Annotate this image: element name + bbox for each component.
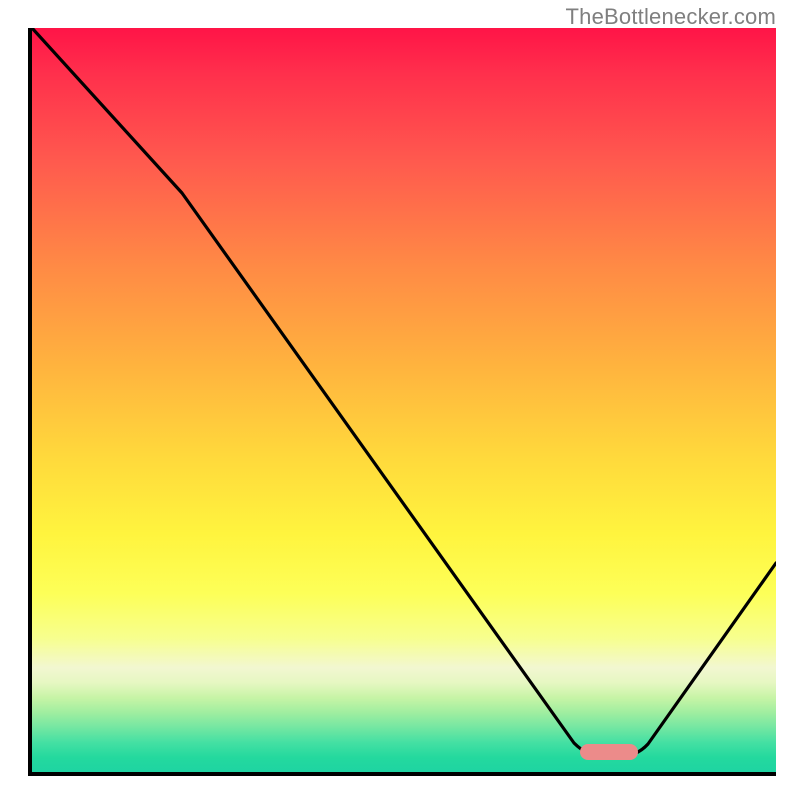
bottleneck-curve xyxy=(32,28,776,772)
optimal-marker xyxy=(580,744,638,760)
watermark-text: TheBottlenecker.com xyxy=(566,4,776,30)
plot-area xyxy=(28,28,776,776)
